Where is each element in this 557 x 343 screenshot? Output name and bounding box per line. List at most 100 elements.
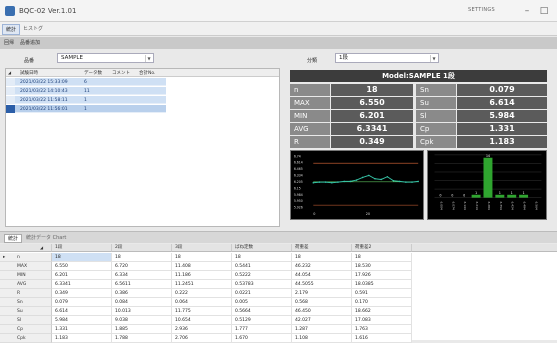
table-row-selected[interactable]: 2021/03/22 11:56:01 1 xyxy=(6,105,166,113)
grid-cell[interactable]: 0.5129 xyxy=(232,316,292,325)
grid-cell[interactable]: 1.331 xyxy=(52,325,112,334)
grid-cell[interactable]: 46.232 xyxy=(292,262,352,271)
grid-cell[interactable]: 11.775 xyxy=(172,307,232,316)
x-tick-label: 6.004 xyxy=(439,202,443,210)
grid-cell[interactable]: 44.5055 xyxy=(292,280,352,289)
grid-cell[interactable]: 5.984 xyxy=(52,316,112,325)
grid-cell[interactable]: 1.670 xyxy=(232,334,292,343)
stat-label: MAX xyxy=(290,97,330,109)
grid-cell[interactable]: 9.038 xyxy=(112,316,172,325)
row-header[interactable]: ▸ n xyxy=(0,253,52,262)
grid-cell[interactable]: 6.201 xyxy=(52,271,112,280)
grid-cell[interactable]: 42.027 xyxy=(292,316,352,325)
minimize-icon[interactable]: – xyxy=(521,5,533,17)
column-header[interactable]: 3段 xyxy=(172,244,232,252)
type-select[interactable]: 1段 ▼ xyxy=(335,53,439,63)
row-header[interactable]: Cp xyxy=(0,325,52,334)
grid-cell[interactable]: 18 xyxy=(232,253,292,262)
tab-stats[interactable]: 統計 xyxy=(4,234,23,243)
row-header[interactable]: MAX xyxy=(0,262,52,271)
grid-cell[interactable]: 11.186 xyxy=(172,271,232,280)
row-header[interactable]: R xyxy=(0,289,52,298)
grid-cell[interactable]: 18 xyxy=(52,253,112,262)
grid-cell[interactable]: 0.5441 xyxy=(232,262,292,271)
grid-cell[interactable]: 6.614 xyxy=(52,307,112,316)
grid-cell[interactable]: 2.936 xyxy=(172,325,232,334)
column-header-date[interactable]: 試験日時 xyxy=(20,70,38,76)
grid-cell[interactable]: 44.054 xyxy=(292,271,352,280)
grid-cell[interactable]: 0.005 xyxy=(232,298,292,307)
grid-cell[interactable]: 18.0385 xyxy=(352,280,412,289)
grid-cell[interactable]: 18.662 xyxy=(352,307,412,316)
grid-cell[interactable]: 0.568 xyxy=(292,298,352,307)
row-header[interactable]: Cpk xyxy=(0,334,52,343)
grid-cell[interactable]: 11.408 xyxy=(172,262,232,271)
grid-cell[interactable]: 6.5611 xyxy=(112,280,172,289)
column-header-count[interactable]: データ数 xyxy=(84,70,102,76)
grid-cell[interactable]: 1.763 xyxy=(352,325,412,334)
grid-cell[interactable]: 10.013 xyxy=(112,307,172,316)
tab-add-product[interactable]: 品番追加 xyxy=(20,39,40,46)
row-header[interactable]: Sl xyxy=(0,316,52,325)
product-select[interactable]: SAMPLE ▼ xyxy=(57,53,154,63)
grid-cell[interactable]: 46.450 xyxy=(292,307,352,316)
grid-cell[interactable]: 0.170 xyxy=(352,298,412,307)
grid-cell[interactable]: 1.183 xyxy=(52,334,112,343)
grid-cell[interactable]: 6.334 xyxy=(112,271,172,280)
grid-cell[interactable]: 18 xyxy=(352,253,412,262)
settings-link[interactable]: SETTINGS xyxy=(468,7,495,13)
grid-cell[interactable]: 0.53783 xyxy=(232,280,292,289)
grid-cell[interactable]: 0.349 xyxy=(52,289,112,298)
table-row[interactable]: 2021/03/22 14:10:43 11 xyxy=(6,87,166,95)
data-point xyxy=(374,177,376,180)
grid-cell[interactable]: 2.179 xyxy=(292,289,352,298)
grid-cell[interactable]: 2.706 xyxy=(172,334,232,343)
grid-cell[interactable]: 0.064 xyxy=(172,298,232,307)
grid-cell[interactable]: 17.926 xyxy=(352,271,412,280)
row-header[interactable]: AVG xyxy=(0,280,52,289)
grid-cell[interactable]: 6.550 xyxy=(52,262,112,271)
grid-cell[interactable]: 0.5664 xyxy=(232,307,292,316)
grid-cell[interactable]: 1.287 xyxy=(292,325,352,334)
grid-cell[interactable]: 0.386 xyxy=(112,289,172,298)
menu-item-histogram[interactable]: ヒストグ xyxy=(20,24,46,33)
grid-cell[interactable]: 18 xyxy=(292,253,352,262)
row-header[interactable]: Su xyxy=(0,307,52,316)
grid-cell[interactable]: 0.084 xyxy=(112,298,172,307)
column-header-total[interactable]: 合計No. xyxy=(139,70,155,76)
column-header[interactable]: 荷重差2 xyxy=(352,244,412,252)
grid-cell[interactable]: 18 xyxy=(172,253,232,262)
grid-cell[interactable]: 17.083 xyxy=(352,316,412,325)
tab-stats-data-chart[interactable]: 統計データ Chart xyxy=(26,234,66,241)
column-header[interactable]: 2段 xyxy=(112,244,172,252)
row-header[interactable]: MIN xyxy=(0,271,52,280)
grid-cell[interactable]: 1.777 xyxy=(232,325,292,334)
grid-cell[interactable]: 1.788 xyxy=(112,334,172,343)
grid-cell[interactable]: 0.0221 xyxy=(232,289,292,298)
grid-cell[interactable]: 11.2451 xyxy=(172,280,232,289)
grid-cell[interactable]: 6.3341 xyxy=(52,280,112,289)
tab-regression[interactable]: 回帰 xyxy=(4,39,14,46)
grid-cell[interactable]: 0.5222 xyxy=(232,271,292,280)
grid-cell[interactable]: 18.530 xyxy=(352,262,412,271)
grid-cell[interactable]: 1.885 xyxy=(112,325,172,334)
grid-cell[interactable]: 1.616 xyxy=(352,334,412,343)
column-header[interactable]: 荷重差 xyxy=(292,244,352,252)
grid-cell[interactable]: 0.222 xyxy=(172,289,232,298)
column-header[interactable]: ばね定数 xyxy=(232,244,292,252)
grid-cell[interactable]: 18 xyxy=(112,253,172,262)
records-table: ◢ 試験日時 データ数 コメント 合計No. 2021/03/22 15:33:… xyxy=(5,68,280,227)
grid-cell[interactable]: 0.079 xyxy=(52,298,112,307)
column-header[interactable]: 1段 xyxy=(52,244,112,252)
table-row[interactable]: 2021/03/22 15:33:09 6 xyxy=(6,78,166,86)
maximize-icon[interactable]: □ xyxy=(538,5,550,17)
grid-cell[interactable]: 1.108 xyxy=(292,334,352,343)
grid-cell[interactable]: 10.654 xyxy=(172,316,232,325)
grid-cell[interactable]: 6.720 xyxy=(112,262,172,271)
row-header[interactable]: Sn xyxy=(0,298,52,307)
bar-value-label: 0 xyxy=(463,194,465,198)
menu-item-stats[interactable]: 統計 xyxy=(2,24,21,35)
table-row[interactable]: 2021/03/22 11:58:11 1 xyxy=(6,96,166,104)
grid-cell[interactable]: 0.591 xyxy=(352,289,412,298)
column-header-comment[interactable]: コメント xyxy=(112,70,130,76)
